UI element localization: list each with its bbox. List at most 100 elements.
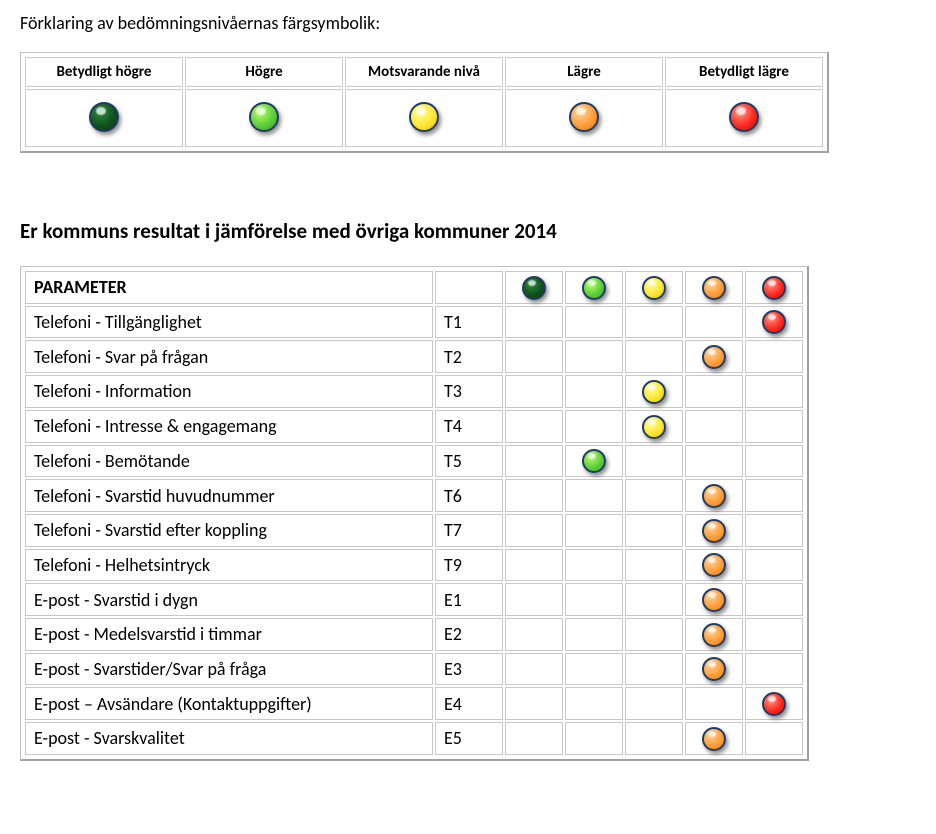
result-rating-cell-red xyxy=(745,375,803,408)
result-row: Telefoni - Svarstid huvudnummerT6 xyxy=(25,479,803,512)
result-rating-cell-red xyxy=(745,479,803,512)
result-rating-cell-darkgreen xyxy=(505,687,563,720)
sphere-orange-icon xyxy=(702,276,726,300)
result-rating-cell-darkgreen xyxy=(505,583,563,616)
sphere-yellow-icon xyxy=(642,380,666,404)
result-rating-cell-yellow xyxy=(625,687,683,720)
result-header-col-green xyxy=(565,271,623,304)
result-param-cell: E-post - Svarstider/Svar på fråga xyxy=(25,653,433,686)
result-rating-cell-green xyxy=(565,306,623,339)
legend-table: Betydligt högre Högre Motsvarande nivå L… xyxy=(23,55,825,149)
result-rating-cell-yellow xyxy=(625,445,683,478)
result-param-cell: Telefoni - Helhetsintryck xyxy=(25,549,433,582)
result-rating-cell-green xyxy=(565,375,623,408)
result-param-cell: E-post – Avsändare (Kontaktuppgifter) xyxy=(25,687,433,720)
result-code-cell: T3 xyxy=(435,375,503,408)
result-rating-cell-yellow xyxy=(625,549,683,582)
sphere-orange-icon xyxy=(702,727,726,751)
result-rating-cell-yellow xyxy=(625,375,683,408)
result-rating-cell-darkgreen xyxy=(505,445,563,478)
result-param-cell: E-post - Svarskvalitet xyxy=(25,722,433,755)
result-row: Telefoni - Svar på fråganT2 xyxy=(25,340,803,373)
sphere-green-icon xyxy=(249,102,279,132)
result-rating-cell-orange xyxy=(685,410,743,443)
result-param-cell: E-post - Svarstid i dygn xyxy=(25,583,433,616)
result-rating-cell-green xyxy=(565,479,623,512)
sphere-orange-icon xyxy=(702,519,726,543)
result-rating-cell-orange xyxy=(685,340,743,373)
result-rating-cell-orange xyxy=(685,514,743,547)
result-rating-cell-darkgreen xyxy=(505,306,563,339)
result-rating-cell-orange xyxy=(685,722,743,755)
result-rating-cell-green xyxy=(565,687,623,720)
sphere-green-icon xyxy=(582,449,606,473)
result-rating-cell-yellow xyxy=(625,410,683,443)
legend-explanation: Förklaring av bedömningsnivåernas färgsy… xyxy=(20,12,916,34)
result-code-cell: E3 xyxy=(435,653,503,686)
result-header-col-red xyxy=(745,271,803,304)
sphere-orange-icon xyxy=(702,345,726,369)
result-code-cell: T7 xyxy=(435,514,503,547)
result-table: PARAMETER Telefoni - TillgänglighetT1Tel… xyxy=(23,269,805,757)
result-rating-cell-green xyxy=(565,618,623,651)
result-rating-cell-yellow xyxy=(625,340,683,373)
result-param-cell: Telefoni - Information xyxy=(25,375,433,408)
sphere-orange-icon xyxy=(702,657,726,681)
result-rating-cell-yellow xyxy=(625,583,683,616)
result-code-cell: T1 xyxy=(435,306,503,339)
sphere-darkgreen-icon xyxy=(89,102,119,132)
result-row: Telefoni - InformationT3 xyxy=(25,375,803,408)
result-code-cell: E4 xyxy=(435,687,503,720)
legend-icon-row xyxy=(25,89,823,147)
result-rating-cell-green xyxy=(565,445,623,478)
result-rating-cell-green xyxy=(565,514,623,547)
result-header-col-darkgreen xyxy=(505,271,563,304)
result-rating-cell-yellow xyxy=(625,653,683,686)
result-rating-cell-darkgreen xyxy=(505,375,563,408)
result-rating-cell-red xyxy=(745,653,803,686)
result-header-code xyxy=(435,271,503,304)
result-rating-cell-orange xyxy=(685,549,743,582)
result-table-wrap: PARAMETER Telefoni - TillgänglighetT1Tel… xyxy=(20,266,809,761)
result-code-cell: T2 xyxy=(435,340,503,373)
sphere-darkgreen-icon xyxy=(522,276,546,300)
sphere-orange-icon xyxy=(702,588,726,612)
result-rating-cell-darkgreen xyxy=(505,479,563,512)
result-header-col-orange xyxy=(685,271,743,304)
result-header-row: PARAMETER xyxy=(25,271,803,304)
result-rating-cell-green xyxy=(565,410,623,443)
sphere-red-icon xyxy=(762,310,786,334)
result-rating-cell-darkgreen xyxy=(505,722,563,755)
result-row: Telefoni - HelhetsintryckT9 xyxy=(25,549,803,582)
result-rating-cell-red xyxy=(745,618,803,651)
result-row: E-post – Avsändare (Kontaktuppgifter)E4 xyxy=(25,687,803,720)
legend-icon-cell xyxy=(665,89,823,147)
sphere-green-icon xyxy=(582,276,606,300)
result-param-cell: Telefoni - Tillgänglighet xyxy=(25,306,433,339)
result-rating-cell-orange xyxy=(685,479,743,512)
result-rating-cell-orange xyxy=(685,687,743,720)
result-rating-cell-orange xyxy=(685,653,743,686)
legend-header-cell: Betydligt högre xyxy=(25,57,183,87)
sphere-red-icon xyxy=(762,692,786,716)
sphere-orange-icon xyxy=(569,102,599,132)
sphere-yellow-icon xyxy=(642,415,666,439)
result-row: E-post - SvarskvalitetE5 xyxy=(25,722,803,755)
result-rating-cell-darkgreen xyxy=(505,340,563,373)
result-row: E-post - Svarstider/Svar på frågaE3 xyxy=(25,653,803,686)
result-rating-cell-red xyxy=(745,410,803,443)
result-rating-cell-orange xyxy=(685,445,743,478)
results-heading: Er kommuns resultat i jämförelse med övr… xyxy=(20,218,916,244)
result-row: Telefoni - TillgänglighetT1 xyxy=(25,306,803,339)
legend-header-cell: Lägre xyxy=(505,57,663,87)
result-row: Telefoni - Intresse & engagemangT4 xyxy=(25,410,803,443)
result-rating-cell-red xyxy=(745,583,803,616)
result-header-col-yellow xyxy=(625,271,683,304)
result-rating-cell-yellow xyxy=(625,618,683,651)
result-param-cell: Telefoni - Svarstid efter koppling xyxy=(25,514,433,547)
result-header-label: PARAMETER xyxy=(25,271,433,304)
result-code-cell: E5 xyxy=(435,722,503,755)
legend-header-cell: Högre xyxy=(185,57,343,87)
result-rating-cell-green xyxy=(565,549,623,582)
legend-icon-cell xyxy=(345,89,503,147)
